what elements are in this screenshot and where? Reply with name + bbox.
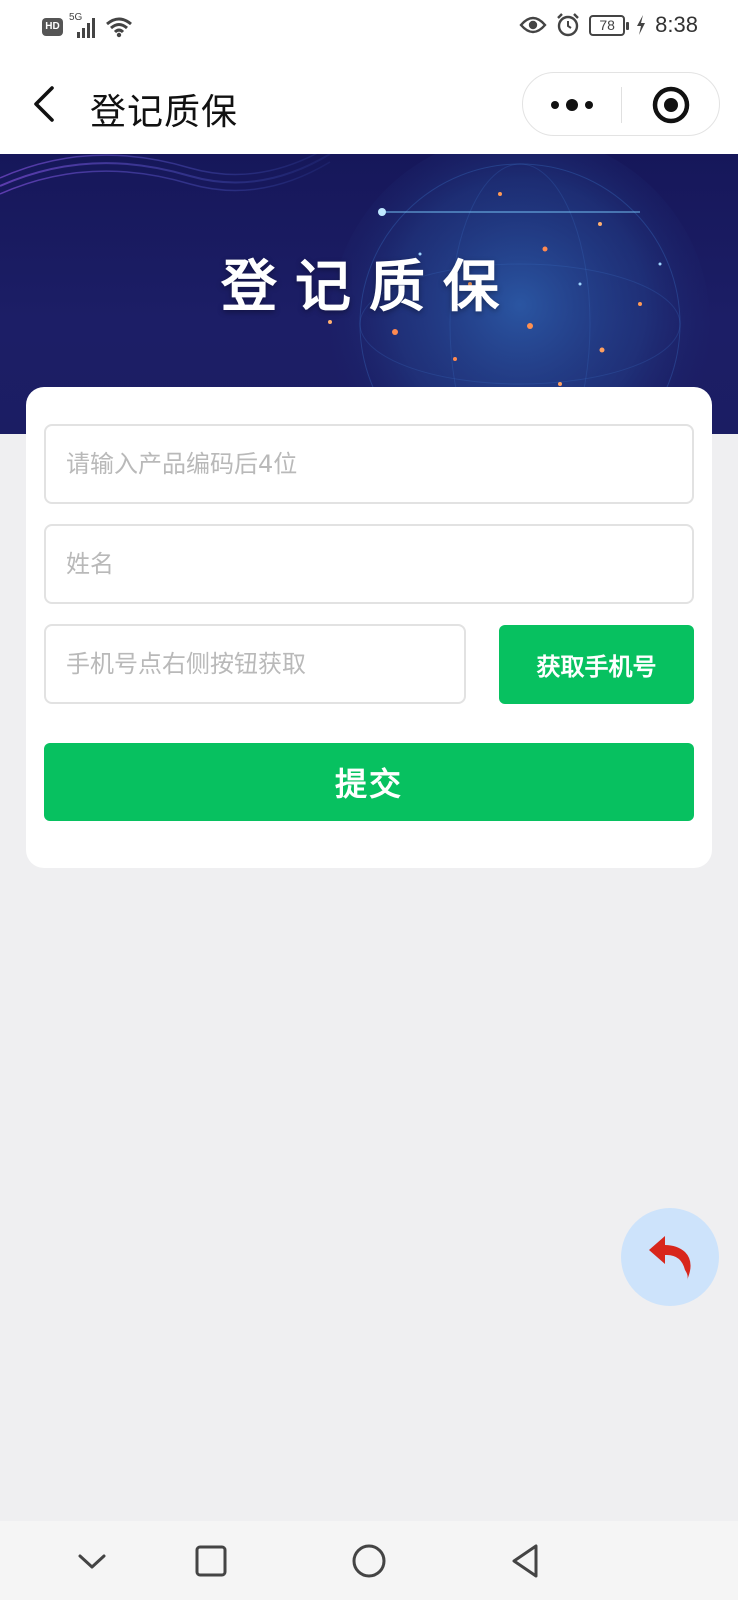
- recents-button[interactable]: [189, 1539, 233, 1583]
- eye-icon: [519, 16, 547, 34]
- chevron-left-icon: [34, 86, 54, 122]
- more-button[interactable]: [541, 83, 605, 127]
- warranty-form-card: 获取手机号 提交: [26, 387, 712, 868]
- chevron-down-icon: [78, 1554, 106, 1569]
- name-field[interactable]: [44, 524, 694, 604]
- undo-arrow-icon: [649, 1236, 691, 1280]
- page-title: 登记质保: [90, 92, 239, 133]
- more-dots-icon: [551, 99, 593, 111]
- battery-indicator: 78: [589, 14, 630, 36]
- product-code-field[interactable]: [44, 424, 694, 504]
- phone-input[interactable]: [46, 626, 464, 702]
- capsule-divider: [621, 87, 622, 123]
- network-indicator: 5G: [69, 12, 99, 40]
- circle-icon: [352, 1544, 386, 1578]
- banner-title: 登记质保: [221, 255, 517, 320]
- clock: 8:38: [655, 12, 698, 37]
- close-miniprogram-button[interactable]: [637, 83, 705, 127]
- floating-back-button[interactable]: [621, 1208, 719, 1306]
- submit-button[interactable]: 提交: [44, 743, 694, 821]
- status-right: 78 8:38: [519, 12, 698, 38]
- signal-icon: [77, 18, 95, 38]
- nav-bar: 登记质保: [0, 56, 738, 154]
- product-code-input[interactable]: [46, 426, 692, 502]
- record-target-icon: [652, 86, 690, 124]
- status-bar: HD 5G 78 8:38: [0, 0, 738, 56]
- home-button[interactable]: [347, 1539, 391, 1583]
- back-button[interactable]: [26, 82, 66, 126]
- hide-keyboard-button[interactable]: [70, 1539, 114, 1583]
- phone-field[interactable]: [44, 624, 466, 704]
- system-back-button[interactable]: [505, 1539, 549, 1583]
- get-phone-button[interactable]: 获取手机号: [499, 625, 694, 704]
- triangle-back-icon: [512, 1544, 538, 1578]
- charging-icon: [637, 15, 646, 35]
- name-input[interactable]: [46, 526, 692, 602]
- alarm-icon: [557, 13, 580, 37]
- system-nav-bar: [0, 1521, 738, 1600]
- hd-badge: HD: [42, 18, 63, 36]
- square-icon: [195, 1545, 227, 1577]
- miniprogram-capsule: [522, 72, 720, 136]
- status-left: HD 5G: [42, 12, 133, 40]
- wifi-icon: [106, 17, 132, 38]
